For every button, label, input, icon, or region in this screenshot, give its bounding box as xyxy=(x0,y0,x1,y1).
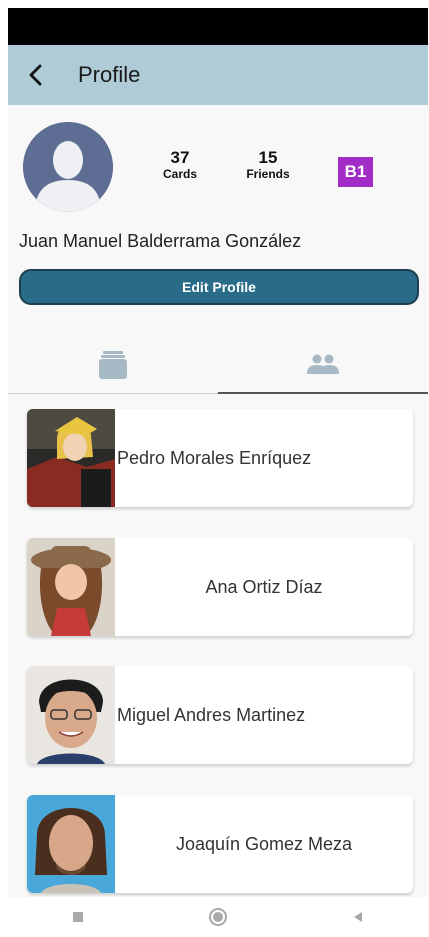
friend-photo xyxy=(27,666,115,764)
tab-cards[interactable] xyxy=(8,337,218,393)
profile-screen: Profile 37 Cards 15 Friends B1 Juan Manu… xyxy=(8,8,428,937)
back-nav-button[interactable] xyxy=(338,897,378,937)
chevron-left-icon xyxy=(29,64,42,86)
edit-profile-button[interactable]: Edit Profile xyxy=(19,269,419,305)
back-button[interactable] xyxy=(8,45,64,105)
friend-card[interactable]: Pedro Morales Enríquez xyxy=(27,409,413,507)
system-nav-bar xyxy=(8,897,428,937)
friend-card[interactable]: Ana Ortiz Díaz xyxy=(27,538,413,636)
friend-photo xyxy=(27,409,115,507)
cards-stat: 37 Cards xyxy=(145,148,215,182)
cards-stack-icon xyxy=(99,351,127,379)
people-icon xyxy=(307,354,339,374)
app-bar: Profile xyxy=(8,45,428,105)
status-bar xyxy=(8,8,428,45)
triangle-back-icon xyxy=(354,912,362,922)
friends-stat: 15 Friends xyxy=(233,148,303,182)
friend-photo xyxy=(27,538,115,636)
friend-name: Miguel Andres Martinez xyxy=(117,704,306,725)
level-badge: B1 xyxy=(338,157,373,187)
friend-name: Ana Ortiz Díaz xyxy=(205,576,323,597)
friend-photo-image xyxy=(27,538,115,636)
default-user-icon xyxy=(23,122,113,212)
friends-list: Pedro Morales Enríquez Ana Ortiz Díaz Mi… xyxy=(8,397,428,897)
avatar[interactable] xyxy=(23,122,113,212)
friend-name: Joaquín Gomez Meza xyxy=(175,833,353,854)
friend-photo-image xyxy=(27,795,115,893)
friend-name: Pedro Morales Enríquez xyxy=(117,447,312,468)
profile-tabs xyxy=(8,337,428,394)
friend-card[interactable]: Joaquín Gomez Meza xyxy=(27,795,413,893)
friends-count: 15 xyxy=(258,148,278,167)
profile-header: 37 Cards 15 Friends B1 Juan Manuel Balde… xyxy=(8,105,428,395)
friend-photo-image xyxy=(27,666,115,764)
friend-card[interactable]: Miguel Andres Martinez xyxy=(27,666,413,764)
friend-photo xyxy=(27,795,115,893)
recents-button[interactable] xyxy=(58,897,98,937)
circle-icon xyxy=(209,908,227,926)
tab-friends[interactable] xyxy=(218,337,428,394)
home-button[interactable] xyxy=(198,897,238,937)
user-full-name: Juan Manuel Balderrama González xyxy=(19,231,302,251)
cards-count: 37 xyxy=(170,148,190,167)
square-icon xyxy=(73,912,83,922)
friend-photo-image xyxy=(27,409,115,507)
friends-label: Friends xyxy=(246,167,290,181)
cards-label: Cards xyxy=(162,167,197,181)
page-title: Profile xyxy=(78,62,141,87)
